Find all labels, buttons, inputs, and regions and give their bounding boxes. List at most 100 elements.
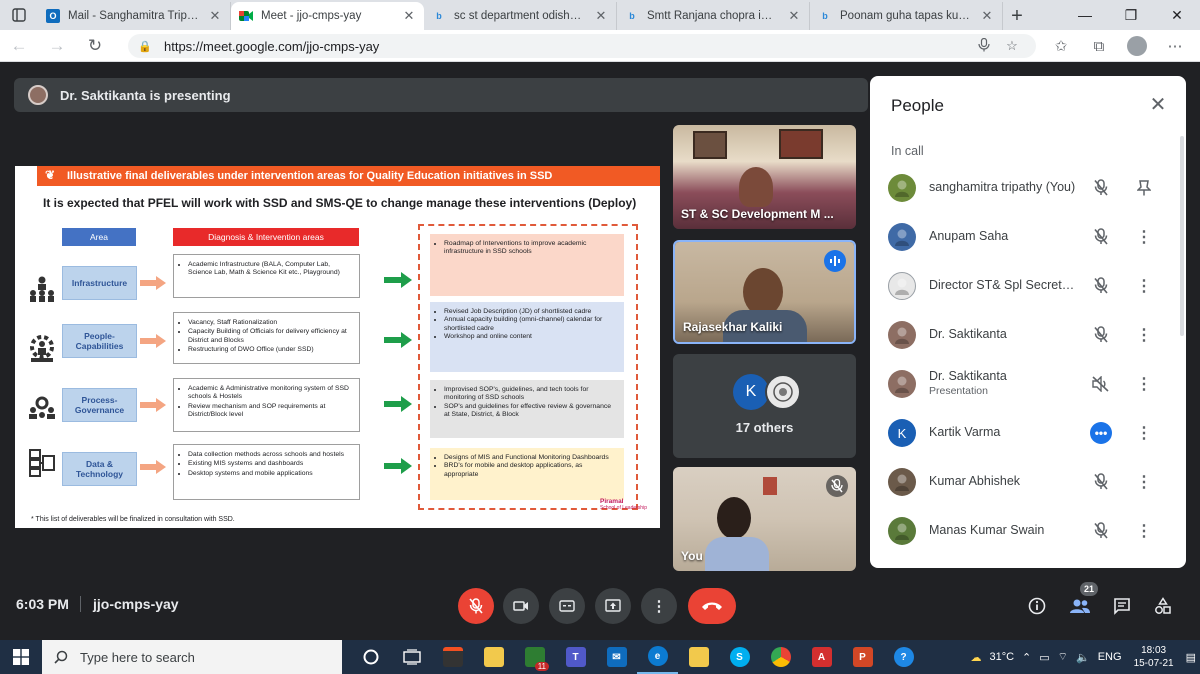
activities-button[interactable] (1147, 590, 1179, 622)
participant-row[interactable]: Kumar Abhishek ⋮ (870, 458, 1186, 507)
participant-row[interactable]: Dr. Saktikanta Presentation ⋮ (870, 360, 1186, 409)
close-window-button[interactable]: ✕ (1154, 0, 1200, 30)
task-view-button[interactable] (391, 640, 432, 674)
participant-status[interactable]: ••• (1090, 422, 1112, 444)
participant-status[interactable] (1090, 324, 1112, 346)
start-button[interactable] (0, 640, 42, 674)
others-tile[interactable]: K 17 others (673, 354, 856, 458)
tab-actions-button[interactable] (0, 0, 38, 30)
chat-button[interactable] (1106, 590, 1138, 622)
leave-call-button[interactable] (688, 588, 736, 624)
close-tab-icon[interactable]: ✕ (980, 8, 994, 24)
mic-toggle-button[interactable] (458, 588, 494, 624)
taskbar-search-box[interactable]: Type here to search (42, 640, 342, 674)
present-now-button[interactable] (595, 588, 631, 624)
self-video-tile[interactable]: You (673, 467, 856, 571)
more-options-button[interactable]: ⋮ (641, 588, 677, 624)
paint-app[interactable] (678, 640, 719, 674)
participant-row[interactable]: Director ST& Spl Secretar... ⋮ (870, 262, 1186, 311)
tab-bing-3[interactable]: b Poonam guha tapas kumar in ✕ (810, 2, 1003, 30)
site-permissions-icon[interactable]: ☆ (998, 38, 1026, 54)
close-tab-icon[interactable]: ✕ (208, 8, 222, 24)
close-panel-button[interactable]: ✕ (1146, 92, 1170, 116)
participant-status[interactable] (1090, 275, 1112, 297)
participant-options-button[interactable]: ⋮ (1133, 226, 1155, 248)
participant-status[interactable] (1090, 226, 1112, 248)
participant-row[interactable]: Manas Kumar Swain ⋮ (870, 507, 1186, 556)
notifications-icon[interactable]: ▤ (1182, 651, 1200, 664)
video-tile-active-speaker[interactable]: Rajasekhar Kaliki (673, 240, 856, 344)
camera-toggle-button[interactable] (503, 588, 539, 624)
close-tab-icon[interactable]: ✕ (594, 8, 608, 24)
battery-icon[interactable]: ▭ (1035, 651, 1053, 664)
slide-title: Illustrative final deliverables under in… (67, 170, 553, 182)
brand-subtitle: School of Leadership (600, 505, 647, 511)
tab-mail[interactable]: O Mail - Sanghamitra Tripathy - ✕ (38, 2, 231, 30)
mail-app[interactable]: 11 (514, 640, 555, 674)
back-button[interactable]: ← (0, 30, 38, 62)
outlook-app[interactable]: ✉ (596, 640, 637, 674)
tab-bing-2[interactable]: b Smtt Ranjana chopra images ✕ (617, 2, 810, 30)
acrobat-app[interactable]: A (801, 640, 842, 674)
mic-off-icon (826, 475, 848, 497)
video-tile[interactable]: ST & SC Development M ... (673, 125, 856, 229)
tray-chevron-icon[interactable]: ⌃ (1018, 651, 1035, 664)
infrastructure-people-icon (30, 276, 54, 302)
weather-icon[interactable]: ☁ (966, 651, 985, 664)
network-icon[interactable]: ⌔ (1054, 650, 1072, 664)
participant-row[interactable]: sanghamitra tripathy (You) (870, 164, 1186, 213)
meeting-details-button[interactable] (1021, 590, 1053, 622)
tab-bing-1[interactable]: b sc st department odisha Princ ✕ (424, 2, 617, 30)
microphone-icon[interactable] (970, 37, 998, 55)
captions-button[interactable] (549, 588, 585, 624)
participant-row[interactable]: Anupam Saha ⋮ (870, 213, 1186, 262)
participant-options-button[interactable]: ⋮ (1133, 422, 1155, 444)
teams-app[interactable]: T (555, 640, 596, 674)
participant-options-button[interactable]: ⋮ (1133, 520, 1155, 542)
tab-meet[interactable]: Meet - jjo-cmps-yay ✕ (231, 2, 424, 30)
participant-options-button[interactable]: ⋮ (1133, 324, 1155, 346)
cortana-button[interactable] (350, 640, 391, 674)
minimize-button[interactable]: — (1062, 0, 1108, 30)
powerpoint-app[interactable]: P (842, 640, 883, 674)
more-menu-icon[interactable]: ⋯ (1156, 30, 1194, 62)
search-placeholder: Type here to search (80, 649, 195, 665)
language-indicator[interactable]: ENG (1094, 651, 1126, 663)
temperature[interactable]: 31°C (985, 651, 1018, 663)
participant-options-button[interactable]: ⋮ (1133, 275, 1155, 297)
help-app[interactable]: ? (883, 640, 924, 674)
participant-status[interactable] (1090, 373, 1112, 395)
others-count: 17 others (735, 420, 794, 435)
lock-icon[interactable]: 🔒 (138, 40, 154, 53)
forward-button[interactable]: → (38, 30, 76, 62)
system-clock[interactable]: 18:03 15-07-21 (1126, 644, 1182, 670)
close-tab-icon[interactable]: ✕ (787, 8, 801, 24)
participant-status[interactable] (1090, 471, 1112, 493)
store-app[interactable] (432, 640, 473, 674)
edge-app[interactable]: e (637, 640, 678, 674)
collections-icon[interactable]: ⧉ (1080, 30, 1118, 62)
participant-status[interactable] (1090, 177, 1112, 199)
participant-row[interactable]: Dr. Saktikanta ⋮ (870, 311, 1186, 360)
address-bar[interactable]: 🔒 https://meet.google.com/jjo-cmps-yay ☆ (128, 34, 1036, 58)
reload-button[interactable]: ↻ (76, 30, 114, 62)
participant-options-button[interactable] (1133, 177, 1155, 199)
people-panel: People ✕ In call sanghamitra tripathy (Y… (870, 76, 1186, 568)
skype-app[interactable]: S (719, 640, 760, 674)
tab-label: Mail - Sanghamitra Tripathy - (68, 10, 200, 22)
volume-icon[interactable]: 🔈 (1072, 651, 1094, 664)
new-tab-button[interactable]: + (1003, 2, 1031, 30)
participant-status[interactable] (1090, 520, 1112, 542)
participant-row[interactable]: K Kartik Varma ••• ⋮ (870, 409, 1186, 458)
mic-off-icon (1094, 277, 1108, 294)
close-tab-icon[interactable]: ✕ (402, 8, 416, 24)
chrome-app[interactable] (760, 640, 801, 674)
profile-avatar[interactable] (1118, 30, 1156, 62)
restore-button[interactable]: ❐ (1108, 0, 1154, 30)
favorites-icon[interactable]: ✩ (1042, 30, 1080, 62)
participant-options-button[interactable]: ⋮ (1133, 471, 1155, 493)
chrome-icon (770, 647, 791, 667)
participant-options-button[interactable]: ⋮ (1133, 373, 1155, 395)
file-explorer-app[interactable] (473, 640, 514, 674)
mic-off-icon (1094, 522, 1108, 539)
